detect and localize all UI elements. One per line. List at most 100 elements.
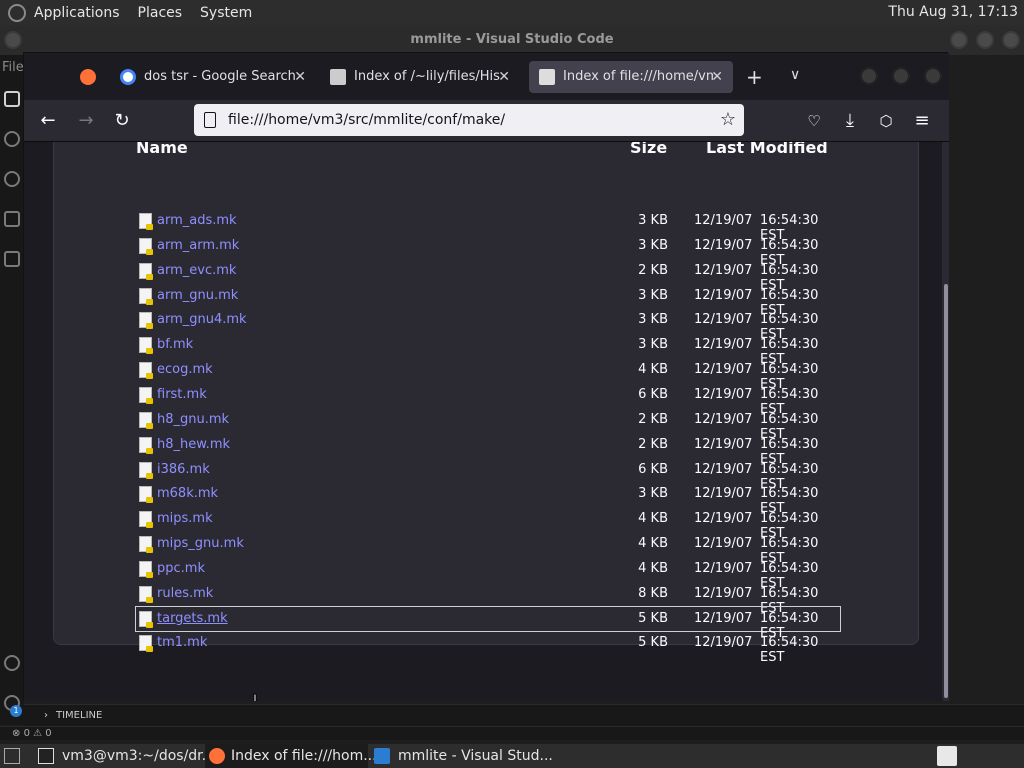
file-name-link[interactable]: targets.mk [157,611,228,626]
tab-index-lily[interactable]: Index of /~lily/files/HistM ✕ [320,61,520,93]
panel-clock[interactable]: Thu Aug 31, 17:13 [888,4,1018,20]
file-row[interactable]: tm1.mk 5 KB 12/19/07 16:54:30 EST [136,631,840,665]
file-size: 2 KB [638,262,668,278]
file-date: 12/19/07 [694,436,753,452]
page-icon [330,69,346,85]
file-name-link[interactable]: mips_gnu.mk [157,536,244,551]
extensions-puzzle-icon[interactable]: ⬡ [874,109,898,133]
file-name-link[interactable]: ppc.mk [157,561,205,576]
file-row[interactable]: arm_arm.mk 3 KB 12/19/07 16:54:30 EST [136,234,840,268]
file-name-link[interactable]: arm_gnu4.mk [157,312,247,327]
file-name-link[interactable]: arm_evc.mk [157,263,236,278]
firefox-minimize-button[interactable] [860,67,878,85]
close-tab-icon[interactable]: ✕ [294,61,306,93]
vscode-maximize-button[interactable] [976,31,994,49]
file-row[interactable]: ppc.mk 4 KB 12/19/07 16:54:30 EST [136,557,840,591]
file-row[interactable]: mips_gnu.mk 4 KB 12/19/07 16:54:30 EST [136,532,840,566]
tab-label: Index of /~lily/files/HistM [354,69,500,84]
google-icon [120,69,136,85]
tab-google-search[interactable]: dos tsr - Google Search ✕ [110,61,316,93]
file-row[interactable]: arm_evc.mk 2 KB 12/19/07 16:54:30 EST [136,259,840,293]
close-tab-icon[interactable]: ✕ [498,61,510,93]
debug-icon[interactable] [4,211,20,227]
file-row[interactable]: i386.mk 6 KB 12/19/07 16:54:30 EST [136,458,840,492]
file-icon [139,511,153,529]
list-all-tabs-chevron-icon[interactable]: ∨ [790,67,800,83]
file-row[interactable]: arm_gnu4.mk 3 KB 12/19/07 16:54:30 EST [136,308,840,342]
vertical-scrollbar[interactable] [943,142,949,701]
file-name-link[interactable]: mips.mk [157,511,213,526]
firefox-maximize-button[interactable] [892,67,910,85]
pocket-icon[interactable]: ♡ [802,109,826,133]
url-bar[interactable]: file:///home/vm3/src/mmlite/conf/make/ ☆ [194,104,744,136]
file-row[interactable]: mips.mk 4 KB 12/19/07 16:54:30 EST [136,507,840,541]
file-row[interactable]: first.mk 6 KB 12/19/07 16:54:30 EST [136,383,840,417]
file-name-link[interactable]: arm_arm.mk [157,238,239,253]
file-name-link[interactable]: first.mk [157,387,207,402]
file-icon [139,386,153,404]
menu-applications[interactable]: Applications [34,5,120,21]
file-icon [139,436,153,454]
close-tab-icon[interactable]: ✕ [711,61,723,93]
page-info-icon[interactable] [204,112,216,128]
file-name-link[interactable]: bf.mk [157,337,193,352]
file-date: 12/19/07 [694,337,753,353]
taskbar-item-firefox[interactable]: Index of file:///hom... [205,744,377,768]
file-name-link[interactable]: ecog.mk [157,362,213,377]
file-row[interactable]: arm_gnu.mk 3 KB 12/19/07 16:54:30 EST [136,284,840,318]
downloads-icon[interactable]: ⤓ [838,109,862,133]
account-icon[interactable] [4,655,20,671]
file-row[interactable]: arm_ads.mk 3 KB 12/19/07 16:54:30 EST [136,209,840,243]
bookmark-star-icon[interactable]: ☆ [720,104,736,136]
file-row[interactable]: m68k.mk 3 KB 12/19/07 16:54:30 EST [136,482,840,516]
file-size: 2 KB [638,411,668,427]
tab-index-file[interactable]: Index of file:///home/vm3 ✕ [529,61,733,93]
hamburger-menu-icon[interactable]: ≡ [910,109,934,133]
file-row[interactable]: targets.mk 5 KB 12/19/07 16:54:30 EST [135,605,841,641]
warning-count[interactable]: 0 [45,728,51,739]
timeline-section[interactable]: › TIMELINE [24,704,1024,726]
file-row[interactable]: rules.mk 8 KB 12/19/07 16:54:30 EST [136,582,840,616]
back-arrow-icon[interactable]: ← [36,109,60,133]
extensions-icon[interactable] [4,251,20,267]
forward-arrow-icon[interactable]: → [74,109,98,133]
error-count[interactable]: 0 [24,728,30,739]
vscode-file-menu[interactable]: File [2,60,24,75]
taskbar-item-terminal[interactable]: vm3@vm3:~/dos/dr... [38,744,215,768]
reload-icon[interactable]: ↻ [110,109,134,133]
distro-logo-icon[interactable] [8,3,26,22]
file-name-link[interactable]: h8_hew.mk [157,437,230,452]
file-icon [139,337,153,355]
show-desktop-button[interactable] [4,744,28,768]
vscode-close-button[interactable] [1002,31,1020,49]
url-text[interactable]: file:///home/vm3/src/mmlite/conf/make/ [228,112,505,128]
file-row[interactable]: h8_gnu.mk 2 KB 12/19/07 16:54:30 EST [136,408,840,442]
file-row[interactable]: ecog.mk 4 KB 12/19/07 16:54:30 EST [136,358,840,392]
file-name-link[interactable]: arm_gnu.mk [157,288,238,303]
file-name-link[interactable]: rules.mk [157,586,213,601]
update-badge: 1 [10,705,22,717]
file-name-link[interactable]: i386.mk [157,462,210,477]
file-row[interactable]: bf.mk 3 KB 12/19/07 16:54:30 EST [136,333,840,367]
taskbar-item-vscode[interactable]: mmlite - Visual Stud... [374,744,553,768]
explorer-icon[interactable] [4,91,20,107]
column-header-size[interactable]: Size [630,142,667,157]
column-header-last-modified[interactable]: Last Modified [706,142,828,157]
file-name-link[interactable]: tm1.mk [157,635,207,650]
vscode-menu-icon[interactable] [4,31,22,49]
menu-places[interactable]: Places [138,5,183,21]
menu-system[interactable]: System [200,5,252,21]
file-name-link[interactable]: arm_ads.mk [157,213,237,228]
file-name-link[interactable]: h8_gnu.mk [157,412,229,427]
new-tab-plus-icon[interactable]: + [746,65,763,89]
search-icon[interactable] [4,131,20,147]
column-header-name[interactable]: Name [136,142,188,157]
vscode-minimize-button[interactable] [950,31,968,49]
tray-firefox-icon[interactable] [937,746,957,766]
firefox-close-button[interactable] [924,67,942,85]
file-name-link[interactable]: m68k.mk [157,486,218,501]
scrollbar-thumb[interactable] [944,284,948,698]
source-control-icon[interactable] [4,171,20,187]
file-row[interactable]: h8_hew.mk 2 KB 12/19/07 16:54:30 EST [136,433,840,467]
firefox-view-tab[interactable] [70,61,104,93]
